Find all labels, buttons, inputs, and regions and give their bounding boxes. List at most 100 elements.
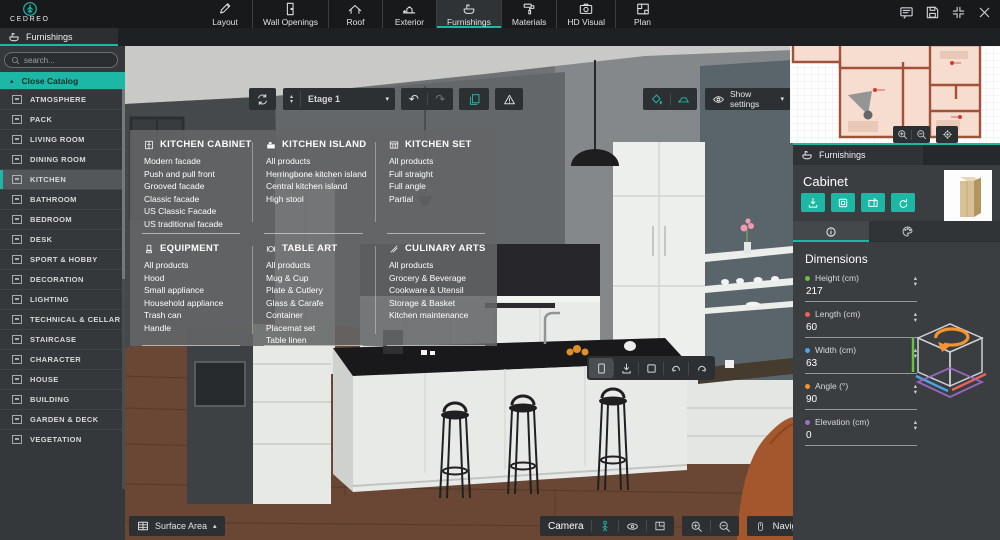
- sidebar-item-bathroom[interactable]: BATHROOM: [0, 189, 125, 209]
- menu-link[interactable]: Mug & Cup: [266, 272, 367, 285]
- save-button[interactable]: [925, 5, 940, 20]
- sidebar-item-dining-room[interactable]: DINING ROOM: [0, 149, 125, 169]
- sidebar-item-decoration[interactable]: DECORATION: [0, 269, 125, 289]
- tab-layout[interactable]: Layout: [198, 0, 252, 28]
- width-field[interactable]: Width (cm) 63 ▴▾: [805, 345, 917, 374]
- minimap-zoom-in-button[interactable]: [893, 126, 911, 143]
- menu-link[interactable]: Central kitchen island: [266, 180, 367, 193]
- rotate-right-button[interactable]: [689, 358, 713, 378]
- sidebar-item-living-room[interactable]: LIVING ROOM: [0, 129, 125, 149]
- menu-link[interactable]: Full straight: [389, 168, 489, 181]
- menu-link[interactable]: Kitchen maintenance: [389, 309, 489, 322]
- menu-link[interactable]: All products: [144, 259, 244, 272]
- plan-view-button[interactable]: [654, 520, 666, 532]
- navigate-button[interactable]: Navigate ▴: [747, 516, 793, 536]
- floor-spinner[interactable]: ▴▾: [283, 91, 301, 107]
- tab-hd-visual[interactable]: HD Visual: [556, 0, 615, 28]
- menu-link[interactable]: All products: [266, 155, 367, 168]
- compress-icon[interactable]: [951, 5, 966, 20]
- sidebar-item-character[interactable]: CHARACTER: [0, 349, 125, 369]
- feedback-button[interactable]: [899, 5, 914, 20]
- height-stepper[interactable]: ▴▾: [914, 276, 917, 287]
- menu-link[interactable]: All products: [389, 155, 489, 168]
- inspector-tab-furnishings[interactable]: Furnishings: [793, 145, 923, 165]
- menu-link[interactable]: Full angle: [389, 180, 489, 193]
- menu-link[interactable]: US Classic Facade: [144, 205, 244, 218]
- menu-link[interactable]: Container: [266, 309, 367, 322]
- menu-link[interactable]: Grocery & Beverage: [389, 272, 489, 285]
- surface-area-button[interactable]: Surface Area ▴: [129, 516, 225, 536]
- menu-link[interactable]: All products: [389, 259, 489, 272]
- height-field[interactable]: Height (cm) 217 ▴▾: [805, 273, 917, 302]
- menu-link[interactable]: High stool: [266, 193, 367, 206]
- minimap-recenter-button[interactable]: [936, 126, 958, 143]
- floor-selector[interactable]: ▴▾ Etage 1 ▾: [283, 88, 395, 110]
- aerial-view-button[interactable]: [626, 520, 639, 533]
- rotate-left-button[interactable]: [664, 358, 688, 378]
- menu-link[interactable]: Glass & Carafe: [266, 297, 367, 310]
- sidebar-item-sport-hobby[interactable]: SPORT & HOBBY: [0, 249, 125, 269]
- close-icon[interactable]: [977, 5, 992, 20]
- sidebar-scrollbar[interactable]: [122, 89, 125, 489]
- angle-field[interactable]: Angle (°) 90 ▴▾: [805, 381, 917, 410]
- elevation-stepper[interactable]: ▴▾: [914, 420, 917, 431]
- sidebar-item-building[interactable]: BUILDING: [0, 389, 125, 409]
- select-object-button[interactable]: [589, 358, 613, 378]
- tab-finishes[interactable]: [869, 221, 945, 242]
- paint-bucket-button[interactable]: [643, 93, 670, 106]
- pin-to-floor-button[interactable]: [614, 358, 638, 378]
- zoom-out-button[interactable]: [718, 520, 731, 533]
- menu-link[interactable]: Household appliance: [144, 297, 244, 310]
- furnishings-catalog-tab[interactable]: Furnishings: [0, 28, 118, 46]
- object-thumbnail[interactable]: [944, 170, 992, 222]
- viewport-3d[interactable]: ▴▾ Etage 1 ▾ ↶ ↷ Show settings ▾: [125, 46, 793, 540]
- cedreo-logo[interactable]: CEDREO: [10, 1, 50, 23]
- menu-link[interactable]: Modern facade: [144, 155, 244, 168]
- menu-link[interactable]: US traditional facade: [144, 218, 244, 231]
- undo-button[interactable]: ↶: [401, 88, 427, 110]
- menu-link[interactable]: Partial: [389, 193, 489, 206]
- menu-link[interactable]: Grooved facade: [144, 180, 244, 193]
- roof-tool-button[interactable]: [671, 93, 698, 106]
- elevation-field[interactable]: Elevation (cm) 0 ▴▾: [805, 417, 917, 446]
- close-catalog-button[interactable]: ▴ Close Catalog: [0, 72, 125, 89]
- tab-wall-openings[interactable]: Wall Openings: [252, 0, 328, 28]
- sidebar-item-pack[interactable]: PACK: [0, 109, 125, 129]
- sidebar-item-garden-deck[interactable]: GARDEN & DECK: [0, 409, 125, 429]
- rotate-object-button[interactable]: [891, 193, 915, 212]
- menu-link[interactable]: Plate & Cutlery: [266, 284, 367, 297]
- frame-object-button[interactable]: [831, 193, 855, 212]
- tab-furnishings[interactable]: Furnishings: [436, 0, 501, 28]
- menu-link[interactable]: Hood: [144, 272, 244, 285]
- sidebar-item-bedroom[interactable]: BEDROOM: [0, 209, 125, 229]
- duplicate-floor-button[interactable]: [459, 88, 489, 110]
- sidebar-item-technical-cellar[interactable]: TECHNICAL & CELLAR: [0, 309, 125, 329]
- menu-link[interactable]: Small appliance: [144, 284, 244, 297]
- replace-object-button[interactable]: [861, 193, 885, 212]
- sync-button[interactable]: [249, 88, 276, 110]
- menu-link[interactable]: All products: [266, 259, 367, 272]
- sidebar-item-desk[interactable]: DESK: [0, 229, 125, 249]
- tab-plan[interactable]: Plan: [615, 0, 669, 28]
- warning-button[interactable]: [495, 88, 523, 110]
- tab-materials[interactable]: Materials: [501, 0, 556, 28]
- duplicate-object-button[interactable]: [639, 358, 663, 378]
- minimap-zoom-out-button[interactable]: [912, 126, 930, 143]
- menu-link[interactable]: Placemat set: [266, 322, 367, 335]
- tab-roof[interactable]: Roof: [328, 0, 382, 28]
- sidebar-item-kitchen[interactable]: KITCHEN: [0, 169, 125, 189]
- pin-to-floor-button[interactable]: [801, 193, 825, 212]
- search-input[interactable]: [24, 56, 111, 65]
- sidebar-item-house[interactable]: HOUSE: [0, 369, 125, 389]
- menu-link[interactable]: Trash can: [144, 309, 244, 322]
- sidebar-item-staircase[interactable]: STAIRCASE: [0, 329, 125, 349]
- sidebar-item-atmosphere[interactable]: ATMOSPHERE: [0, 89, 125, 109]
- eye-level-view-button[interactable]: [599, 520, 611, 532]
- menu-link[interactable]: Handle: [144, 322, 244, 335]
- menu-link[interactable]: Push and pull front: [144, 168, 244, 181]
- menu-link[interactable]: Herringbone kitchen island: [266, 168, 367, 181]
- sidebar-item-lighting[interactable]: LIGHTING: [0, 289, 125, 309]
- menu-link[interactable]: Classic facade: [144, 193, 244, 206]
- tab-exterior[interactable]: Exterior: [382, 0, 436, 28]
- sidebar-item-vegetation[interactable]: VEGETATION: [0, 429, 125, 449]
